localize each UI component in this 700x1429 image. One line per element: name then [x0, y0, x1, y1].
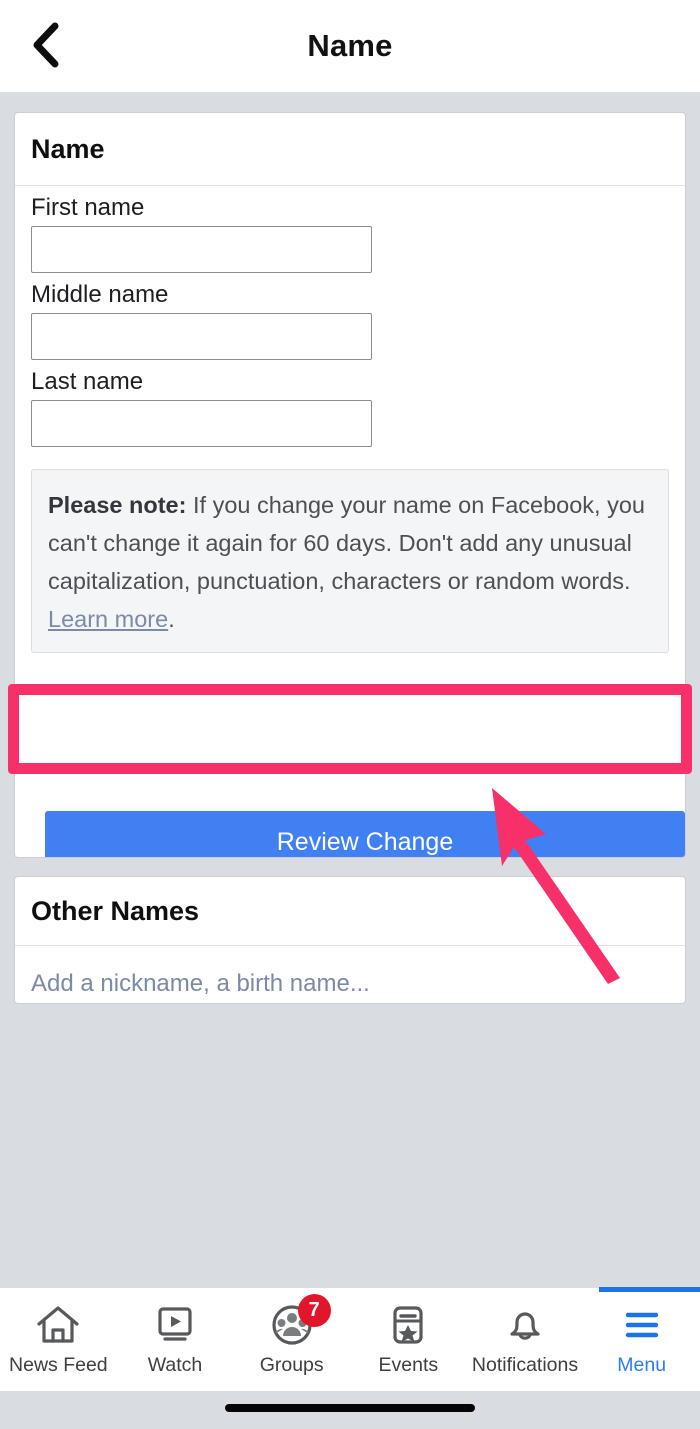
first-name-field-group: First name	[15, 186, 685, 273]
other-names-card: Other Names Add a nickname, a birth name…	[14, 876, 686, 1004]
home-indicator	[225, 1404, 475, 1412]
name-card: Name First name Middle name Last name Pl…	[14, 112, 686, 858]
tab-watch[interactable]: Watch	[117, 1288, 234, 1391]
last-name-field-group: Last name	[15, 360, 685, 447]
page-title: Name	[307, 28, 393, 63]
please-note-trailing: .	[168, 605, 175, 632]
name-card-title: Name	[15, 113, 685, 186]
last-name-input[interactable]	[31, 399, 372, 447]
groups-icon: 7	[269, 1293, 331, 1347]
tab-label-news-feed: News Feed	[9, 1353, 108, 1376]
tab-news-feed[interactable]: News Feed	[0, 1288, 117, 1391]
top-navigation-bar: Name	[0, 0, 700, 92]
middle-name-field-group: Middle name	[15, 273, 685, 360]
hamburger-icon	[619, 1303, 665, 1347]
home-icon	[35, 1303, 81, 1347]
review-change-button[interactable]: Review Change	[45, 811, 685, 857]
tab-events[interactable]: Events	[350, 1288, 467, 1391]
please-note-prefix: Please note:	[48, 491, 187, 518]
middle-name-label: Middle name	[31, 280, 169, 308]
tab-label-watch: Watch	[147, 1353, 203, 1376]
last-name-label: Last name	[31, 367, 144, 395]
please-note-text: Please note: If you change your name on …	[48, 486, 652, 638]
tab-label-events: Events	[378, 1353, 439, 1376]
learn-more-link[interactable]: Learn more	[48, 606, 168, 632]
tab-label-notifications: Notifications	[471, 1353, 579, 1376]
active-tab-indicator	[599, 1287, 700, 1292]
first-name-label: First name	[31, 193, 145, 221]
app-screen: Name Name First name Middle name Last na…	[0, 0, 700, 1429]
bottom-tab-bar: News Feed Watch 7 Groups Events Notifica…	[0, 1287, 700, 1391]
video-icon	[152, 1303, 198, 1347]
other-names-title: Other Names	[31, 896, 200, 926]
tab-groups[interactable]: 7 Groups	[233, 1288, 350, 1391]
tab-label-menu: Menu	[617, 1353, 667, 1376]
middle-name-input[interactable]	[31, 312, 372, 360]
please-note-box: Please note: If you change your name on …	[31, 468, 669, 653]
groups-badge: 7	[297, 1293, 331, 1327]
add-other-name-link[interactable]: Add a nickname, a birth name...	[15, 944, 685, 1003]
first-name-input[interactable]	[31, 225, 372, 273]
bell-icon	[502, 1303, 548, 1347]
tab-menu[interactable]: Menu	[583, 1287, 700, 1391]
tab-label-groups: Groups	[259, 1353, 324, 1376]
events-star-icon	[385, 1303, 431, 1347]
tab-notifications[interactable]: Notifications	[467, 1288, 584, 1391]
